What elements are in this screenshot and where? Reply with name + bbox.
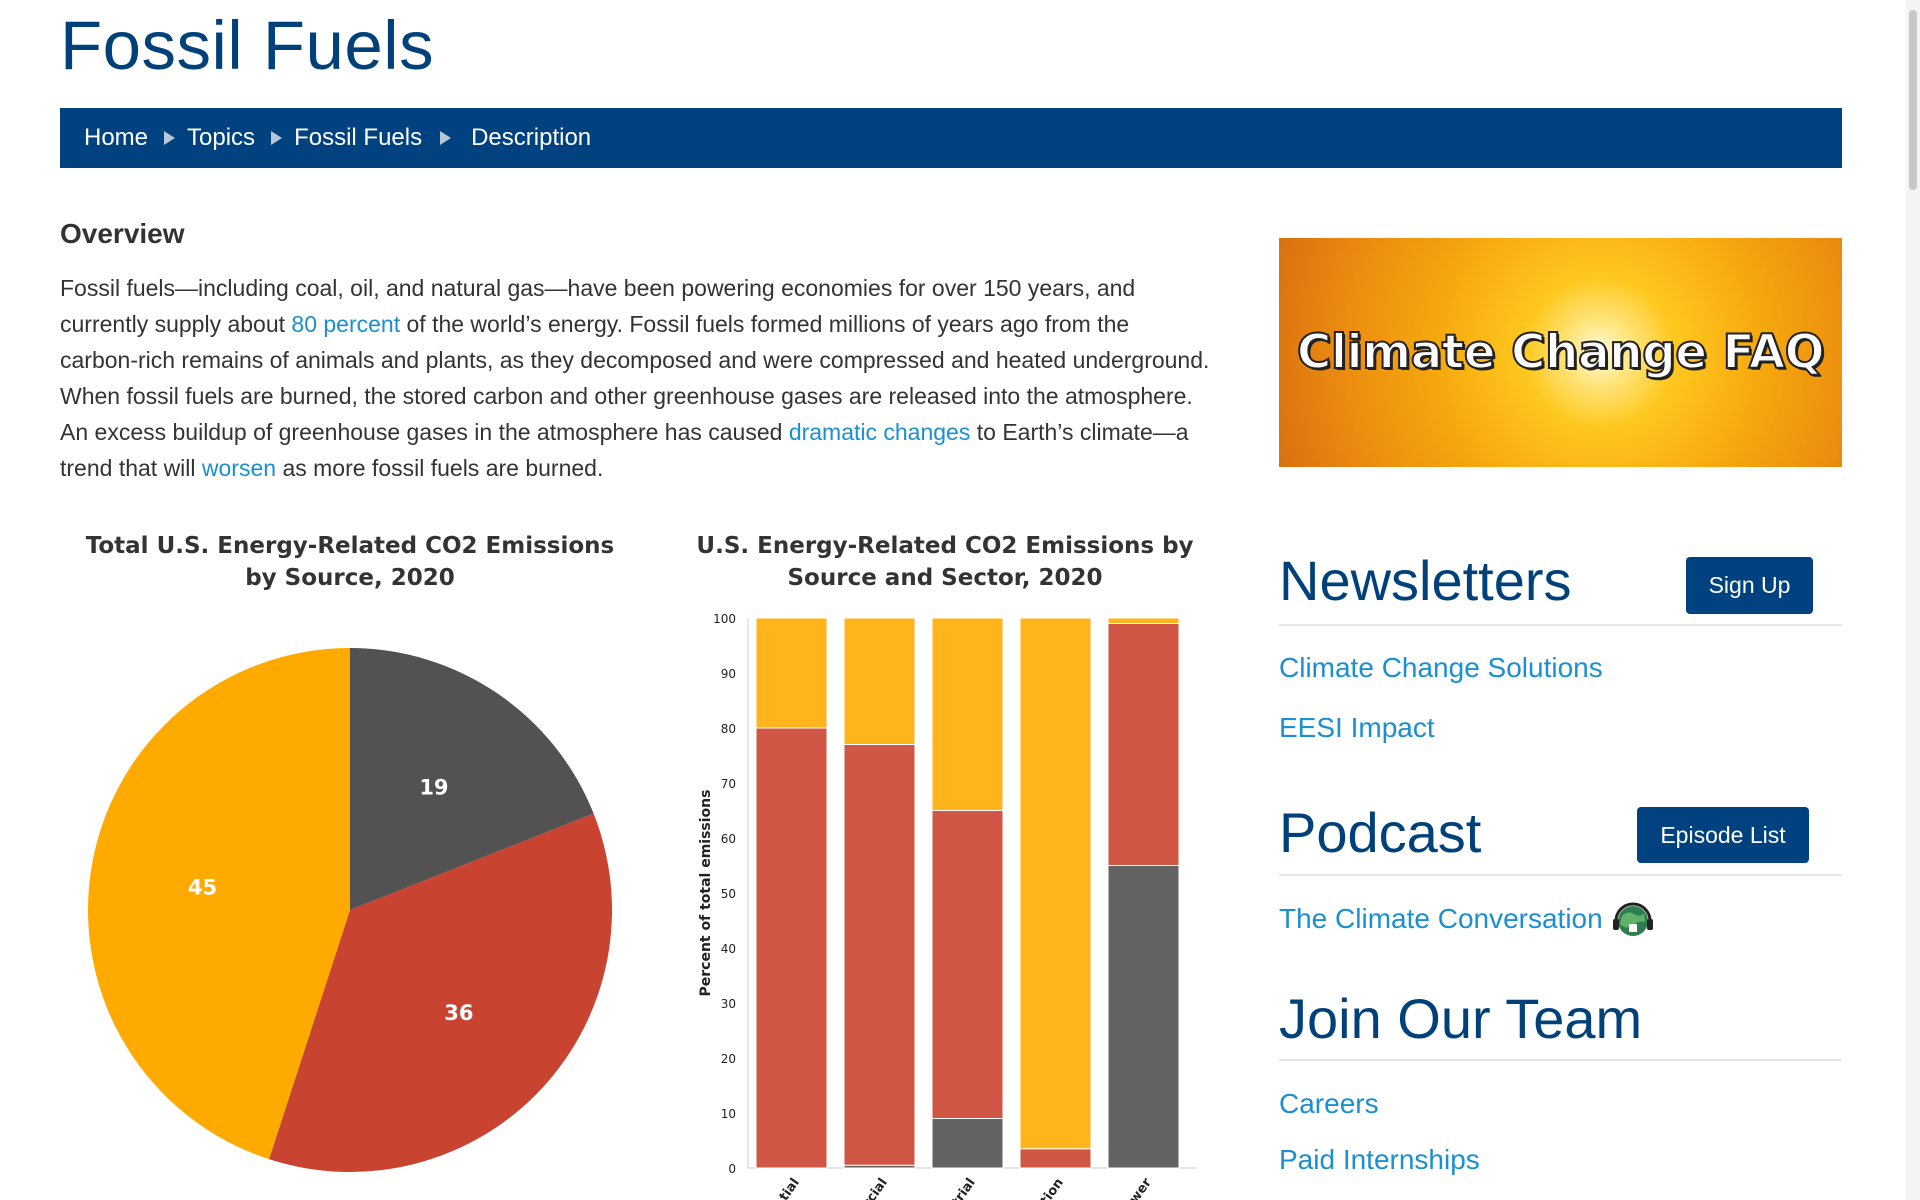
bar-segment <box>931 810 1004 1119</box>
overview-paragraph: Fossil fuels—including coal, oil, and na… <box>60 270 1210 486</box>
link-eesi-impact[interactable]: EESI Impact <box>1279 712 1435 744</box>
bar-segment <box>1107 617 1180 624</box>
pie-chart: 19 36 45 <box>87 648 613 1172</box>
team-divider <box>1279 1059 1842 1061</box>
bar-chart-y-tick: 80 <box>721 722 736 736</box>
breadcrumb-separator-icon <box>440 131 452 145</box>
stacked-bar-chart: 0 10 20 30 40 50 60 70 80 90 100 Percent of total e… <box>698 612 1196 1200</box>
pie-chart-title: Total U.S. Energy-Related CO2 Emissions … <box>85 533 615 591</box>
join-our-team-heading: Join Our Team <box>1279 987 1643 1050</box>
breadcrumb-current: Description <box>471 124 592 151</box>
link-climate-change-solutions[interactable]: Climate Change Solutions <box>1279 652 1603 684</box>
bar-segment <box>843 744 916 1166</box>
page-scrollbar[interactable] <box>1906 0 1920 1200</box>
bar-segment <box>1019 617 1092 1150</box>
bar-chart-x-tick: ...trial <box>941 1176 979 1200</box>
bar-chart-y-tick: 90 <box>721 667 736 681</box>
breadcrumb-separator-icon <box>164 131 176 145</box>
link-worsen[interactable]: worsen <box>202 455 276 481</box>
bar-chart-x-tick: ...wer <box>1118 1175 1155 1200</box>
bar-segment <box>1107 865 1180 1169</box>
bar-chart-y-tick: 100 <box>713 612 736 626</box>
overview-text-4: as more fossil fuels are burned. <box>276 455 604 481</box>
breadcrumb-separator-icon <box>271 131 283 145</box>
bar-chart-y-tick: 30 <box>721 997 736 1011</box>
bar-chart-title: U.S. Energy-Related CO2 Emissions by Sou… <box>696 533 1194 591</box>
banner-text: Climate Change FAQ <box>1296 324 1826 381</box>
breadcrumb-home[interactable]: Home <box>84 124 148 152</box>
bar-segment <box>1107 623 1180 866</box>
newsletters-divider <box>1279 624 1842 626</box>
bar-segment <box>755 617 828 729</box>
scrollbar-thumb[interactable] <box>1909 10 1917 190</box>
episode-list-button[interactable]: Episode List <box>1637 807 1809 863</box>
bar-chart-x-tick: ...tion <box>1029 1176 1066 1200</box>
bar-chart-y-tick: 60 <box>721 832 736 846</box>
bar-chart-y-label: Percent of total emissions <box>698 790 714 997</box>
bar-chart-y-tick: 50 <box>721 887 736 901</box>
overview-heading: Overview <box>60 218 185 249</box>
page-title: Fossil Fuels <box>60 7 435 84</box>
link-dramatic-changes[interactable]: dramatic changes <box>789 419 971 445</box>
link-careers[interactable]: Careers <box>1279 1088 1379 1120</box>
bar-segment <box>755 727 828 1169</box>
breadcrumb: Home Topics Fossil Fuels Description <box>60 108 1842 168</box>
link-climate-conversation[interactable]: The Climate Conversation <box>1279 903 1603 935</box>
bar-chart-y-tick: 40 <box>721 942 736 956</box>
bar-chart-y-tick: 10 <box>721 1107 736 1121</box>
podcast-divider <box>1279 874 1842 876</box>
pie-slice-label: 19 <box>419 775 448 799</box>
bar-chart-x-tick: ...tial <box>768 1176 802 1200</box>
bar-chart-x-tick: ...rcial <box>852 1176 891 1200</box>
climate-change-faq-banner[interactable]: Climate Change FAQ <box>1279 238 1842 467</box>
newsletters-heading: Newsletters <box>1279 549 1572 612</box>
bar-chart-y-tick: 70 <box>721 777 736 791</box>
pie-slice-label: 45 <box>188 876 217 900</box>
link-80-percent[interactable]: 80 percent <box>291 311 400 337</box>
breadcrumb-topics[interactable]: Topics <box>187 124 255 152</box>
breadcrumb-fossil-fuels[interactable]: Fossil Fuels <box>294 124 422 152</box>
sign-up-button[interactable]: Sign Up <box>1686 557 1813 614</box>
podcast-heading: Podcast <box>1279 801 1482 864</box>
link-paid-internships[interactable]: Paid Internships <box>1279 1144 1480 1176</box>
bar-segment <box>931 617 1004 811</box>
bar-chart-y-tick: 20 <box>721 1052 736 1066</box>
bar-segment <box>843 617 916 745</box>
bar-segment <box>931 1118 1004 1169</box>
bar-segment <box>1019 1148 1092 1169</box>
pie-slice-label: 36 <box>444 1001 473 1025</box>
bar-chart-y-tick: 0 <box>728 1162 736 1176</box>
podcast-globe-headphones-icon <box>1613 902 1653 936</box>
